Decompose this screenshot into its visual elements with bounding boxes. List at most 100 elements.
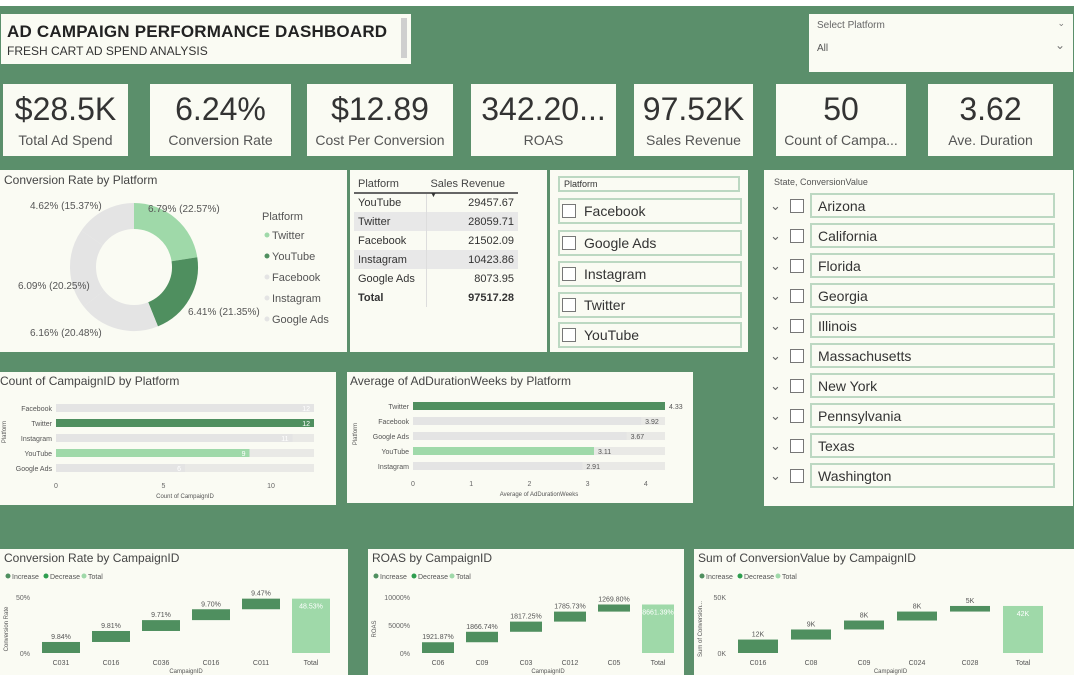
legend-marker — [699, 573, 705, 579]
waterfall-bar — [42, 641, 80, 653]
conversion-value-waterfall-panel: Sum of ConversionValue by CampaignID Inc… — [694, 549, 1074, 675]
checkbox[interactable] — [790, 378, 804, 393]
checkbox[interactable] — [790, 228, 804, 243]
x-tick-label: C09 — [476, 660, 489, 667]
donut-label: 6.41% (21.35%) — [188, 307, 260, 318]
state-item[interactable]: ⌄ Washington — [770, 462, 1070, 489]
waterfall-bar — [844, 620, 884, 630]
state-item[interactable]: ⌄ Georgia — [770, 282, 1070, 309]
legend-item: Total — [782, 574, 797, 581]
data-label: 8661.39% — [642, 609, 674, 616]
platform-dropdown-value[interactable]: All — [817, 43, 1065, 54]
checkbox[interactable] — [790, 438, 804, 453]
chevron-down-icon[interactable]: ⌄ — [1055, 38, 1065, 52]
dashboard-title: AD CAMPAIGN PERFORMANCE DASHBOARD — [7, 22, 388, 41]
checkbox[interactable] — [790, 348, 804, 363]
kpi-roas: 342.20... ROAS — [471, 84, 616, 156]
checkbox[interactable] — [562, 236, 576, 250]
table-cell: Facebook — [354, 231, 427, 250]
bar-category-label: YouTube — [381, 449, 409, 456]
chevron-down-icon[interactable]: ⌄ — [770, 348, 786, 364]
waterfall-bar — [92, 630, 130, 642]
waterfall-bar — [422, 642, 454, 653]
x-tick-label: C09 — [858, 660, 871, 667]
bar-category-label: Facebook — [378, 419, 409, 426]
checklist-item-youtube[interactable]: YouTube — [558, 322, 742, 348]
checklist-item-instagram[interactable]: Instagram — [558, 261, 742, 287]
y-tick-label: 0K — [717, 651, 726, 658]
checkbox[interactable] — [562, 328, 576, 342]
checkbox[interactable] — [790, 318, 804, 333]
state-item[interactable]: ⌄ California — [770, 222, 1070, 249]
table-header[interactable]: Platform — [354, 176, 427, 194]
kpi-cost-per-conversion: $12.89 Cost Per Conversion — [307, 84, 453, 156]
donut-legend-title: Platform — [262, 211, 303, 223]
x-tick-label: 1 — [469, 481, 473, 488]
checklist-item-twitter[interactable]: Twitter — [558, 292, 742, 318]
state-label: Arizona — [810, 193, 1055, 218]
chevron-down-icon[interactable]: ⌄ — [770, 408, 786, 424]
data-label: 9.47% — [251, 591, 271, 598]
y-axis-label: Sum of Conversion... — [698, 601, 704, 657]
bar — [56, 434, 293, 442]
bar-value-label: 12 — [302, 421, 310, 428]
kpi-value: 50 — [823, 91, 859, 127]
sort-desc-icon[interactable]: ▼ — [430, 192, 437, 199]
chevron-down-icon[interactable]: ⌄ — [770, 198, 786, 214]
table-cell: 29457.67 — [468, 197, 514, 209]
state-item[interactable]: ⌄ Illinois — [770, 312, 1070, 339]
state-slicer-header: State, ConversionValue — [774, 177, 868, 187]
chevron-down-icon[interactable]: ⌄ — [770, 258, 786, 274]
platform-dropdown[interactable]: Select Platform All ⌄ ⌄ — [809, 14, 1073, 72]
table-header[interactable]: Sales Revenue — [426, 176, 518, 194]
checkbox[interactable] — [790, 288, 804, 303]
checkbox[interactable] — [562, 298, 576, 312]
data-label: 1785.73% — [554, 604, 586, 611]
x-tick-label: C016 — [203, 660, 220, 667]
legend-marker — [43, 573, 49, 579]
chevron-down-icon[interactable]: ⌄ — [770, 438, 786, 454]
legend-marker — [411, 573, 417, 579]
state-item[interactable]: ⌄ Pennsylvania — [770, 402, 1070, 429]
bar — [413, 417, 642, 425]
chevron-down-icon[interactable]: ⌄ — [770, 468, 786, 484]
waterfall-bar — [242, 598, 280, 610]
checkbox[interactable] — [790, 198, 804, 213]
legend-item: Total — [456, 574, 471, 581]
chevron-down-icon[interactable]: ⌄ — [770, 228, 786, 244]
legend-marker — [264, 316, 270, 322]
table-row: Instagram 10423.86 — [354, 250, 518, 269]
revenue-table-panel: Platform Sales Revenue YouTube 29457.67 … — [350, 170, 547, 352]
state-slicer-panel: State, ConversionValue ⌄ Arizona ⌄ Californ… — [764, 170, 1073, 506]
x-tick-label: Total — [304, 660, 319, 667]
x-tick-label: C028 — [962, 660, 979, 667]
checkbox[interactable] — [790, 468, 804, 483]
x-tick-label: C036 — [153, 660, 170, 667]
checklist-label: Instagram — [584, 266, 647, 282]
chevron-down-icon[interactable]: ⌄ — [770, 318, 786, 334]
bar-category-label: Google Ads — [373, 434, 410, 441]
chevron-down-icon[interactable]: ⌄ — [770, 378, 786, 394]
state-item[interactable]: ⌄ Texas — [770, 432, 1070, 459]
kpi-value: $12.89 — [331, 91, 429, 127]
checklist-item-facebook[interactable]: Facebook — [558, 198, 742, 224]
checklist-item-google-ads[interactable]: Google Ads — [558, 230, 742, 256]
legend-marker — [264, 295, 270, 301]
chevron-down-icon[interactable]: ⌄ — [1057, 18, 1065, 29]
checkbox[interactable] — [790, 408, 804, 423]
state-item[interactable]: ⌄ Florida — [770, 252, 1070, 279]
bar-category-label: Google Ads — [16, 466, 53, 473]
state-item[interactable]: ⌄ New York — [770, 372, 1070, 399]
table-total-row: Total 97517.28 — [354, 288, 518, 307]
data-label: 8K — [913, 604, 922, 611]
checkbox[interactable] — [790, 258, 804, 273]
x-tick-label: C012 — [562, 660, 579, 667]
data-label: 5K — [966, 598, 975, 605]
checkbox[interactable] — [562, 204, 576, 218]
checkbox[interactable] — [562, 267, 576, 281]
chevron-down-icon[interactable]: ⌄ — [770, 288, 786, 304]
state-item[interactable]: ⌄ Massachusetts — [770, 342, 1070, 369]
state-item[interactable]: ⌄ Arizona — [770, 192, 1070, 219]
x-tick-label: C016 — [103, 660, 120, 667]
title-scroll-handle — [401, 18, 407, 58]
